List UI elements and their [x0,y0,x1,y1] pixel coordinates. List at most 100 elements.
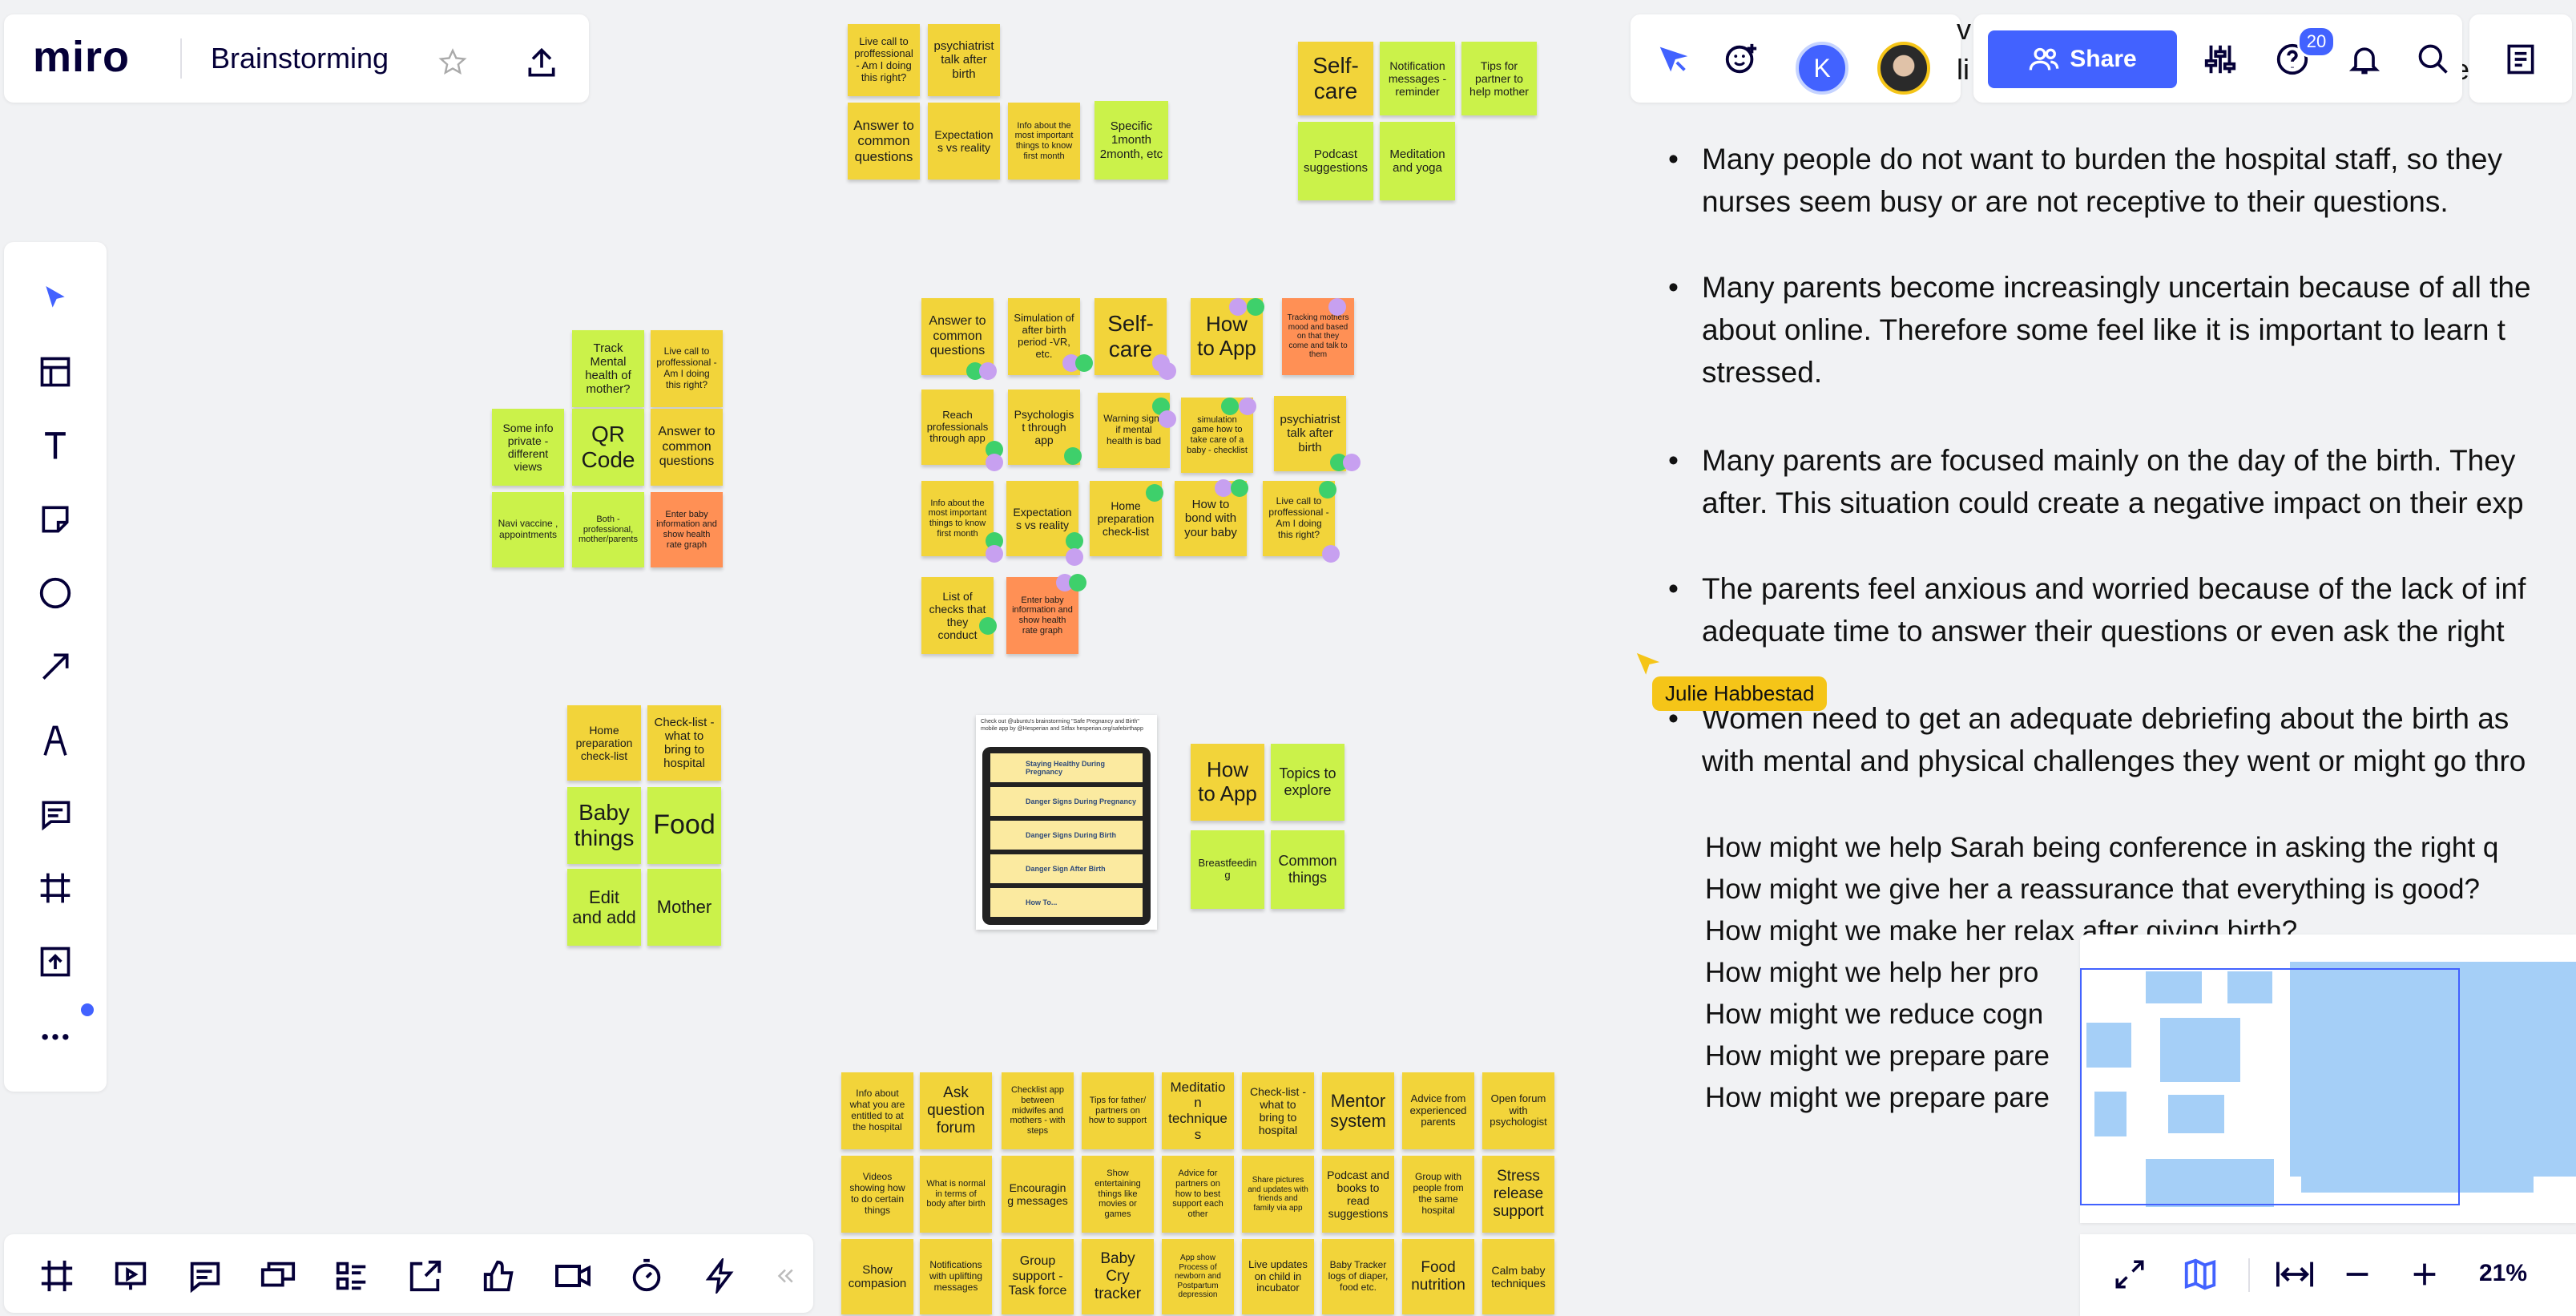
sticky-note[interactable]: Podcast and books to read suggestions [1322,1156,1394,1233]
sticky-note[interactable]: Food [647,787,721,864]
upload-icon[interactable] [522,43,562,83]
sticky-note[interactable]: Track Mental health of mother? [572,330,644,407]
map-icon[interactable] [2178,1252,2223,1297]
sticky-note[interactable]: Answer to common questions [848,103,920,180]
sticky-note[interactable]: Specific 1month 2month, etc [1094,101,1168,180]
sticky-note[interactable]: Checklist app between midwifes and mothe… [1002,1072,1074,1149]
screen-share-icon[interactable] [256,1253,300,1298]
pen-icon[interactable] [31,717,79,765]
reactions-pointer-icon[interactable] [1651,37,1696,82]
arrow-line-icon[interactable] [31,643,79,691]
fit-width-icon[interactable] [2271,1252,2319,1297]
sticky-note[interactable]: Common things [1271,830,1344,909]
sticky-note[interactable]: Some info private - different views [492,409,564,486]
templates-icon[interactable] [31,348,79,396]
sticky-note[interactable]: Live updates on child in incubator [1242,1239,1314,1314]
notes-panel-button[interactable] [2469,14,2572,103]
comments-icon[interactable] [182,1253,227,1298]
board-title[interactable]: Brainstorming [211,42,389,75]
frame-icon[interactable] [31,864,79,912]
sticky-note[interactable]: Share pictures and updates with friends … [1242,1156,1314,1233]
sticky-note[interactable]: Navi vaccine , appointments [492,492,564,567]
sticky-note[interactable]: Baby things [567,787,641,864]
app-screenshot-card[interactable]: Check out @ubuntu's brainstorming "Safe … [976,715,1157,930]
sticky-note[interactable]: Tips for father/ partners on how to supp… [1082,1072,1154,1149]
comment-icon[interactable] [31,790,79,838]
sticky-note[interactable]: Ask question forum [920,1072,992,1149]
sticky-note[interactable]: Answer to common questions [651,409,723,486]
sticky-note[interactable]: Stress release support [1482,1156,1554,1233]
collapse-toolbar-icon[interactable] [765,1253,805,1298]
sticky-note[interactable]: How to App [1191,744,1264,821]
presentation-icon[interactable] [108,1253,153,1298]
sticky-note[interactable]: Check-list - what to bring to hospital [1242,1072,1314,1149]
sticky-note[interactable]: Show compasion [841,1239,913,1314]
upload-content-icon[interactable] [31,938,79,986]
sticky-note[interactable]: Both - professional, mother/parents [572,492,644,567]
sticky-note[interactable]: Live call to proffessional - Am I doing … [651,330,723,407]
user-avatar-photo[interactable] [1877,42,1930,95]
sticky-note[interactable]: Open forum with psychologist [1482,1072,1554,1149]
frames-icon[interactable] [34,1253,79,1298]
sticky-note[interactable]: QR Code [572,409,644,486]
sticky-note[interactable]: Food nutrition [1402,1239,1474,1314]
sticky-note[interactable]: Edit and add [567,869,641,946]
card-list-icon[interactable] [329,1253,374,1298]
sticky-note[interactable]: Home preparation check-list [567,705,641,781]
export-icon[interactable] [403,1253,448,1298]
sticky-note[interactable]: Live call to proffessional - Am I doing … [848,24,920,96]
sticky-note[interactable]: psychiatrist talk after birth [928,24,1000,96]
more-tools-icon[interactable] [31,1011,79,1060]
fullscreen-icon[interactable] [2107,1252,2152,1297]
text-icon[interactable] [31,422,79,470]
settings-sliders-icon[interactable] [2198,37,2243,82]
sticky-note[interactable]: Calm baby techniques [1482,1239,1554,1314]
sticky-note[interactable]: Tips for partner to help mother [1461,42,1537,115]
lightning-icon[interactable] [698,1253,743,1298]
video-call-icon[interactable] [550,1253,595,1298]
sticky-note[interactable]: Notifications with uplifting messages [920,1239,992,1314]
shape-circle-icon[interactable] [31,569,79,617]
sticky-note[interactable]: App show Process of newborn and Postpart… [1162,1239,1234,1314]
sticky-note[interactable]: Advice for partners on how to best suppo… [1162,1156,1234,1233]
sticky-note[interactable]: Group support - Task force [1002,1239,1074,1314]
bell-icon[interactable] [2342,37,2387,82]
sticky-note[interactable]: Info about the most important things to … [921,481,994,556]
sticky-note-icon[interactable] [31,495,79,543]
zoom-in-icon[interactable] [2402,1252,2447,1297]
sticky-note[interactable]: Topics to explore [1271,744,1344,821]
sticky-note[interactable]: Self-care [1298,42,1373,115]
sticky-note[interactable]: List of checks that they conduct [921,577,994,654]
sticky-note[interactable]: Baby Tracker logs of diaper, food etc. [1322,1239,1394,1314]
share-button[interactable]: Share [1988,30,2177,88]
minimap[interactable] [2080,935,2576,1223]
miro-logo[interactable]: miro [33,32,130,82]
sticky-note[interactable]: Advice from experienced parents [1402,1072,1474,1149]
sticky-note[interactable]: Show entertaining things like movies or … [1082,1156,1154,1233]
timer-icon[interactable] [624,1253,669,1298]
select-cursor-icon[interactable] [31,274,79,322]
sticky-note[interactable]: Info about the most important things to … [1008,103,1080,180]
sticky-note[interactable]: Check-list - what to bring to hospital [647,705,721,781]
sticky-note[interactable]: Baby Cry tracker [1082,1239,1154,1314]
thumbs-up-icon[interactable] [477,1253,522,1298]
sticky-note[interactable]: Expectations vs reality [928,103,1000,180]
sticky-note[interactable]: Notification messages - reminder [1380,42,1455,115]
add-reaction-icon[interactable] [1719,37,1764,82]
user-avatar-k[interactable]: K [1796,42,1848,95]
sticky-note[interactable]: Group with people from the same hospital [1402,1156,1474,1233]
zoom-out-icon[interactable] [2335,1252,2380,1297]
sticky-note[interactable]: What is normal in terms of body after bi… [920,1156,992,1233]
sticky-note[interactable]: Videos showing how to do certain things [841,1156,913,1233]
star-icon[interactable] [435,45,470,80]
zoom-level[interactable]: 21% [2479,1260,2527,1287]
sticky-note[interactable]: Breastfeeding [1191,830,1264,909]
sticky-note[interactable]: Encouraging messages [1002,1156,1074,1233]
search-icon[interactable] [2411,37,2456,82]
document-icon[interactable] [2498,37,2543,82]
sticky-note[interactable]: Reach professionals through app [921,390,994,465]
sticky-note[interactable]: Mentor system [1322,1072,1394,1149]
sticky-note[interactable]: Enter baby information and show health r… [651,492,723,567]
minimap-viewport[interactable] [2080,968,2460,1205]
sticky-note[interactable]: Meditation techniques [1162,1072,1234,1149]
